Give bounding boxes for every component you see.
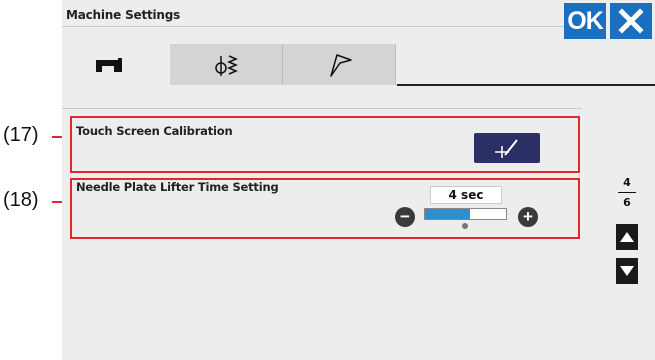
tab-underline — [397, 84, 655, 86]
scroll-up-button[interactable] — [616, 224, 638, 250]
ok-button[interactable]: OK — [564, 3, 606, 39]
page-total: 6 — [623, 196, 631, 209]
tab-machine[interactable] — [62, 44, 170, 85]
machine-settings-screen: Machine Settings OK Touch Screen Calibra… — [62, 0, 655, 360]
callout-label-17: (17) — [3, 124, 39, 146]
callout-box-17 — [70, 116, 580, 173]
needle-zigzag-icon — [215, 55, 238, 76]
callout-label-18: (18) — [3, 189, 39, 211]
title-divider — [62, 26, 582, 27]
tab-flag[interactable] — [283, 44, 396, 85]
callout-box-18 — [70, 178, 580, 239]
arrow-down-icon — [620, 266, 634, 276]
arrow-up-icon — [620, 232, 634, 242]
tab-needle[interactable] — [170, 44, 283, 85]
close-button[interactable] — [610, 3, 652, 39]
flag-icon — [330, 54, 352, 77]
close-icon — [618, 8, 644, 34]
sewing-machine-icon — [96, 58, 122, 72]
section-divider — [62, 108, 582, 109]
page-fraction-line — [618, 192, 636, 193]
scroll-down-button[interactable] — [616, 258, 638, 284]
settings-tabs — [62, 44, 655, 86]
page-current: 4 — [623, 176, 631, 189]
window-title: Machine Settings — [66, 8, 181, 22]
